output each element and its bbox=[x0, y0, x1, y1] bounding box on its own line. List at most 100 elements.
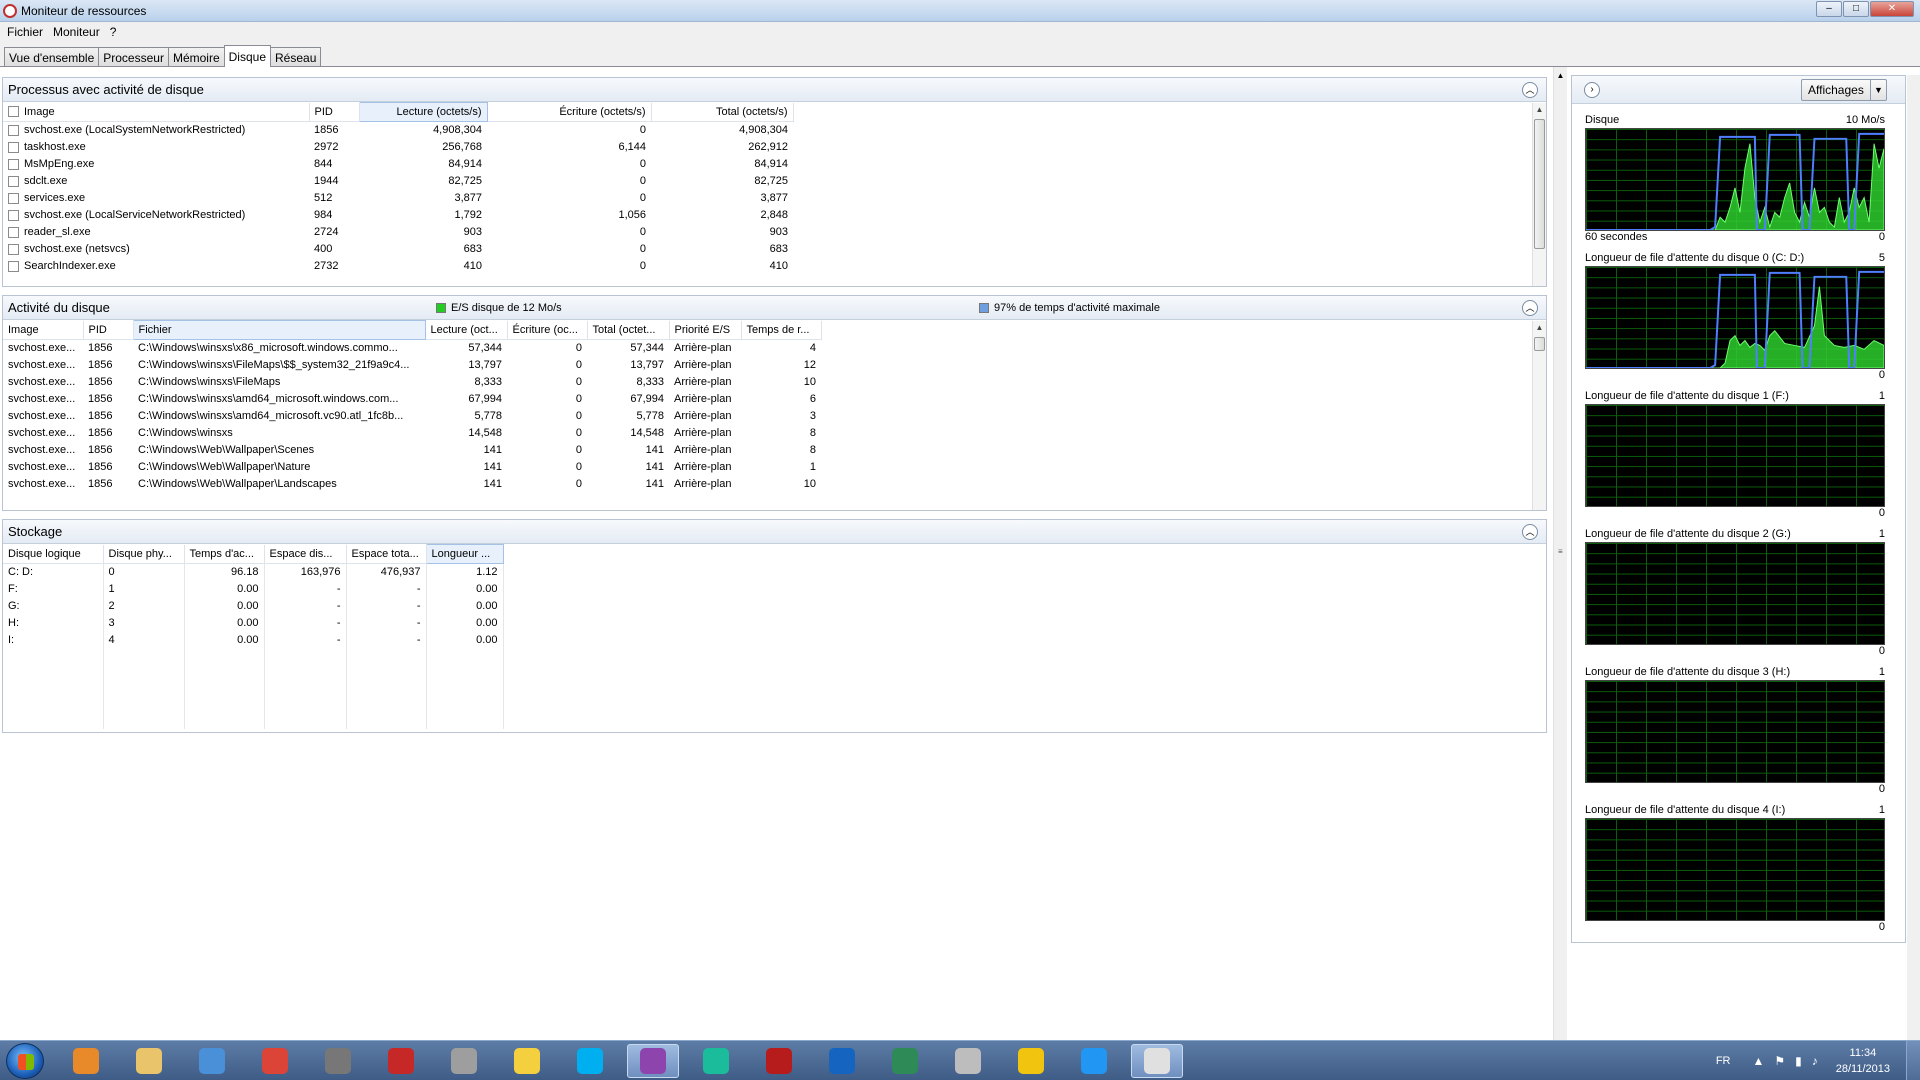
tab-processor[interactable]: Processeur bbox=[98, 47, 169, 67]
views-dropdown[interactable]: Affichages ▼ bbox=[1801, 79, 1887, 101]
pane-splitter[interactable]: ▲ ≡ bbox=[1553, 67, 1567, 1040]
graphs-pane-scrollbar[interactable] bbox=[1907, 75, 1920, 1045]
collapse-icon[interactable]: ︿ bbox=[1522, 300, 1538, 316]
close-button[interactable]: ✕ bbox=[1870, 1, 1914, 17]
column-header-pid[interactable]: PID bbox=[309, 102, 360, 122]
column-header-free-space[interactable]: Espace dis... bbox=[264, 544, 347, 564]
volume-icon[interactable]: ♪ bbox=[1812, 1054, 1818, 1068]
table-row[interactable]: taskhost.exe 2972 256,768 6,144 262,912 bbox=[3, 139, 793, 156]
table-row[interactable]: G: 2 0.00- -0.00 bbox=[3, 597, 504, 615]
taskbar-app-button[interactable] bbox=[249, 1044, 301, 1078]
splitter-grip-icon[interactable]: ≡ bbox=[1558, 547, 1563, 556]
row-checkbox[interactable] bbox=[8, 209, 19, 221]
clock[interactable]: 11:34 28/11/2013 bbox=[1836, 1045, 1890, 1077]
taskbar-app-button[interactable] bbox=[564, 1044, 616, 1078]
maximize-button[interactable]: □ bbox=[1843, 1, 1869, 17]
row-checkbox[interactable] bbox=[8, 192, 19, 204]
table-row[interactable]: svchost.exe (netsvcs) 400 683 0 683 bbox=[3, 241, 793, 258]
table-row[interactable]: I: 4 0.00- -0.00 bbox=[3, 631, 504, 649]
taskbar-app-button[interactable] bbox=[1131, 1044, 1183, 1078]
table-row[interactable]: H: 3 0.00- -0.00 bbox=[3, 614, 504, 632]
row-checkbox[interactable] bbox=[8, 260, 19, 272]
table-row[interactable]: F: 1 0.00- -0.00 bbox=[3, 580, 504, 598]
minimize-button[interactable]: ‒ bbox=[1816, 1, 1842, 17]
table-row[interactable]: svchost.exe... 1856 C:\Windows\winsxs\File… bbox=[3, 374, 821, 391]
column-header-queue-length[interactable]: Longueur ... bbox=[425, 544, 504, 564]
menu-help[interactable]: ? bbox=[105, 25, 122, 39]
table-row[interactable]: svchost.exe... 1856 C:\Windows\winsxs 14,54… bbox=[3, 425, 821, 442]
column-header-total[interactable]: Total (octets/s) bbox=[651, 102, 794, 122]
row-checkbox[interactable] bbox=[8, 158, 19, 170]
column-header-write[interactable]: Écriture (octets/s) bbox=[487, 102, 652, 122]
column-header-active-time[interactable]: Temps d'ac... bbox=[184, 544, 265, 564]
column-header-total[interactable]: Total (octet... bbox=[587, 320, 670, 340]
table-row[interactable]: svchost.exe... 1856 C:\Windows\winsxs\amd6… bbox=[3, 408, 821, 425]
start-button[interactable] bbox=[6, 1043, 44, 1079]
table-row[interactable]: svchost.exe... 1856 C:\Windows\winsxs\File… bbox=[3, 357, 821, 374]
tray-expand-icon[interactable]: ▲ bbox=[1752, 1054, 1764, 1068]
taskbar-app-button[interactable] bbox=[690, 1044, 742, 1078]
taskbar-app-button[interactable] bbox=[312, 1044, 364, 1078]
column-header-physical-disk[interactable]: Disque phy... bbox=[103, 544, 185, 564]
table-row[interactable]: SearchIndexer.exe 2732 410 0 410 bbox=[3, 258, 793, 275]
scroll-up-icon[interactable]: ▲ bbox=[1554, 71, 1567, 80]
scroll-thumb[interactable] bbox=[1534, 337, 1545, 351]
scroll-thumb[interactable] bbox=[1534, 119, 1545, 249]
tab-memory[interactable]: Mémoire bbox=[167, 47, 225, 67]
column-header-pid[interactable]: PID bbox=[83, 320, 134, 340]
row-checkbox[interactable] bbox=[8, 175, 19, 187]
table-row[interactable]: svchost.exe... 1856 C:\Windows\winsxs\x86_… bbox=[3, 340, 821, 357]
taskbar-app-button[interactable] bbox=[1005, 1044, 1057, 1078]
table-row[interactable]: svchost.exe... 1856 C:\Windows\Web\Wallpap… bbox=[3, 442, 821, 459]
column-header-image[interactable]: Image bbox=[3, 102, 310, 122]
table-row[interactable]: svchost.exe... 1856 C:\Windows\winsxs\amd6… bbox=[3, 391, 821, 408]
taskbar-app-button[interactable] bbox=[123, 1044, 175, 1078]
column-header-read[interactable]: Lecture (oct... bbox=[425, 320, 508, 340]
table-row[interactable]: svchost.exe... 1856 C:\Windows\Web\Wallpap… bbox=[3, 459, 821, 476]
table-row[interactable]: C: D: 0 96.18 163,976 476,937 1.12 bbox=[3, 563, 504, 581]
table-row[interactable]: svchost.exe (LocalServiceNetworkRestrict… bbox=[3, 207, 793, 224]
table-row[interactable]: sdclt.exe 1944 82,725 0 82,725 bbox=[3, 173, 793, 190]
processes-panel-header[interactable]: Processus avec activité de disque ︿ bbox=[3, 78, 1546, 102]
dropdown-arrow-icon[interactable]: ▼ bbox=[1870, 80, 1886, 100]
table-row[interactable]: svchost.exe... 1856 C:\Windows\Web\Wallpap… bbox=[3, 476, 821, 493]
disk-activity-scrollbar[interactable]: ▲ bbox=[1532, 321, 1546, 510]
column-header-file[interactable]: Fichier bbox=[132, 320, 426, 340]
collapse-icon[interactable]: ︿ bbox=[1522, 82, 1538, 98]
column-header-image[interactable]: Image bbox=[3, 320, 84, 340]
table-row[interactable]: MsMpEng.exe 844 84,914 0 84,914 bbox=[3, 156, 793, 173]
row-checkbox[interactable] bbox=[8, 124, 19, 136]
processes-scrollbar[interactable]: ▲ bbox=[1532, 103, 1546, 286]
table-row[interactable]: services.exe 512 3,877 0 3,877 bbox=[3, 190, 793, 207]
collapse-icon[interactable]: ︿ bbox=[1522, 524, 1538, 540]
taskbar-app-button[interactable] bbox=[186, 1044, 238, 1078]
column-header-logical-disk[interactable]: Disque logique bbox=[3, 544, 104, 564]
show-desktop-button[interactable] bbox=[1906, 1041, 1920, 1080]
column-header-total-space[interactable]: Espace tota... bbox=[346, 544, 427, 564]
tab-overview[interactable]: Vue d'ensemble bbox=[4, 47, 100, 67]
taskbar-app-button[interactable] bbox=[501, 1044, 553, 1078]
table-row[interactable]: reader_sl.exe 2724 903 0 903 bbox=[3, 224, 793, 241]
language-indicator[interactable]: FR bbox=[1716, 1055, 1731, 1067]
row-checkbox[interactable] bbox=[8, 226, 19, 238]
column-header-response-time[interactable]: Temps de r... bbox=[741, 320, 822, 340]
select-all-checkbox[interactable] bbox=[8, 106, 19, 118]
taskbar-app-button[interactable] bbox=[375, 1044, 427, 1078]
scroll-up-icon[interactable]: ▲ bbox=[1533, 321, 1546, 335]
network-icon[interactable]: ▮ bbox=[1795, 1054, 1802, 1068]
column-header-read[interactable]: Lecture (octets/s) bbox=[358, 102, 488, 122]
taskbar-app-button[interactable] bbox=[627, 1044, 679, 1078]
tab-network[interactable]: Réseau bbox=[270, 47, 322, 67]
taskbar-app-button[interactable] bbox=[942, 1044, 994, 1078]
collapse-pane-icon[interactable]: › bbox=[1584, 82, 1600, 98]
column-header-io-priority[interactable]: Priorité E/S bbox=[669, 320, 742, 340]
table-row[interactable]: svchost.exe (LocalSystemNetworkRestricte… bbox=[3, 122, 793, 139]
column-header-write[interactable]: Écriture (oc... bbox=[507, 320, 588, 340]
storage-panel-header[interactable]: Stockage ︿ bbox=[3, 520, 1546, 544]
action-center-flag-icon[interactable]: ⚑ bbox=[1774, 1054, 1785, 1068]
taskbar-app-button[interactable] bbox=[438, 1044, 490, 1078]
menu-monitor[interactable]: Moniteur bbox=[48, 25, 105, 39]
scroll-up-icon[interactable]: ▲ bbox=[1533, 103, 1546, 117]
taskbar-app-button[interactable] bbox=[1068, 1044, 1120, 1078]
taskbar-app-button[interactable] bbox=[879, 1044, 931, 1078]
